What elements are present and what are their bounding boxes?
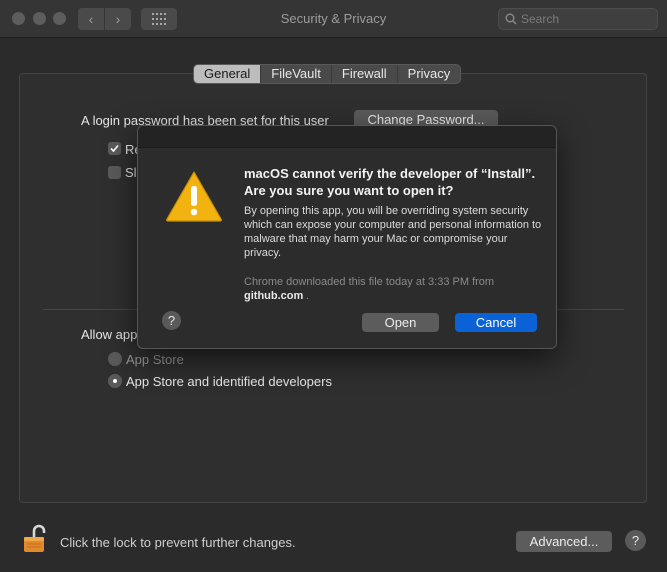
lock-button[interactable] (23, 524, 49, 557)
radio-app-store-label: App Store (126, 352, 184, 367)
dialog-title-bar (138, 126, 556, 148)
lock-status-text: Click the lock to prevent further change… (60, 535, 296, 550)
unlocked-padlock-icon (24, 524, 46, 552)
search-input[interactable] (521, 11, 651, 27)
search-box[interactable] (498, 8, 658, 30)
download-source-domain: github.com (244, 290, 304, 302)
show-message-checkbox[interactable] (108, 166, 121, 179)
minimize-window-button[interactable] (33, 12, 46, 25)
forward-button[interactable]: › (105, 8, 131, 30)
radio-identified-developers[interactable] (108, 374, 122, 388)
zoom-window-button[interactable] (53, 12, 66, 25)
search-icon (505, 13, 517, 25)
window-title: Security & Privacy (280, 11, 387, 26)
download-source-note: Chrome downloaded this file today at 3:3… (244, 276, 495, 288)
gatekeeper-alert-dialog: macOS cannot verify the developer of “In… (137, 125, 557, 349)
tab-bar: General FileVault Firewall Privacy (193, 64, 462, 84)
help-button[interactable]: ? (625, 530, 646, 551)
dialog-title: macOS cannot verify the developer of “In… (244, 166, 536, 198)
radio-app-store[interactable] (108, 352, 122, 366)
download-source-period: . (306, 290, 310, 302)
grid-icon (152, 13, 166, 25)
cancel-button[interactable]: Cancel (455, 313, 537, 332)
tab-general[interactable]: General (194, 65, 261, 83)
chevron-left-icon: ‹ (88, 11, 94, 27)
show-message-label: Sl (125, 165, 137, 180)
show-all-button[interactable] (141, 8, 177, 30)
dialog-help-button[interactable]: ? (162, 311, 181, 330)
dialog-message: By opening this app, you will be overrid… (244, 205, 542, 259)
require-password-checkbox[interactable] (108, 142, 121, 155)
warning-icon (166, 171, 222, 222)
allow-apps-label: Allow app (81, 327, 138, 342)
tab-privacy[interactable]: Privacy (396, 65, 461, 83)
checkmark-icon (110, 144, 119, 153)
back-button[interactable]: ‹ (78, 8, 104, 30)
advanced-button[interactable]: Advanced... (516, 531, 612, 552)
tab-filevault[interactable]: FileVault (260, 65, 331, 83)
open-button[interactable]: Open (362, 313, 439, 332)
chevron-right-icon: › (115, 11, 121, 27)
tab-firewall[interactable]: Firewall (330, 65, 397, 83)
radio-identified-developers-label: App Store and identified developers (126, 374, 332, 389)
close-window-button[interactable] (12, 12, 25, 25)
title-bar: ‹ › Security & Privacy (0, 0, 667, 38)
